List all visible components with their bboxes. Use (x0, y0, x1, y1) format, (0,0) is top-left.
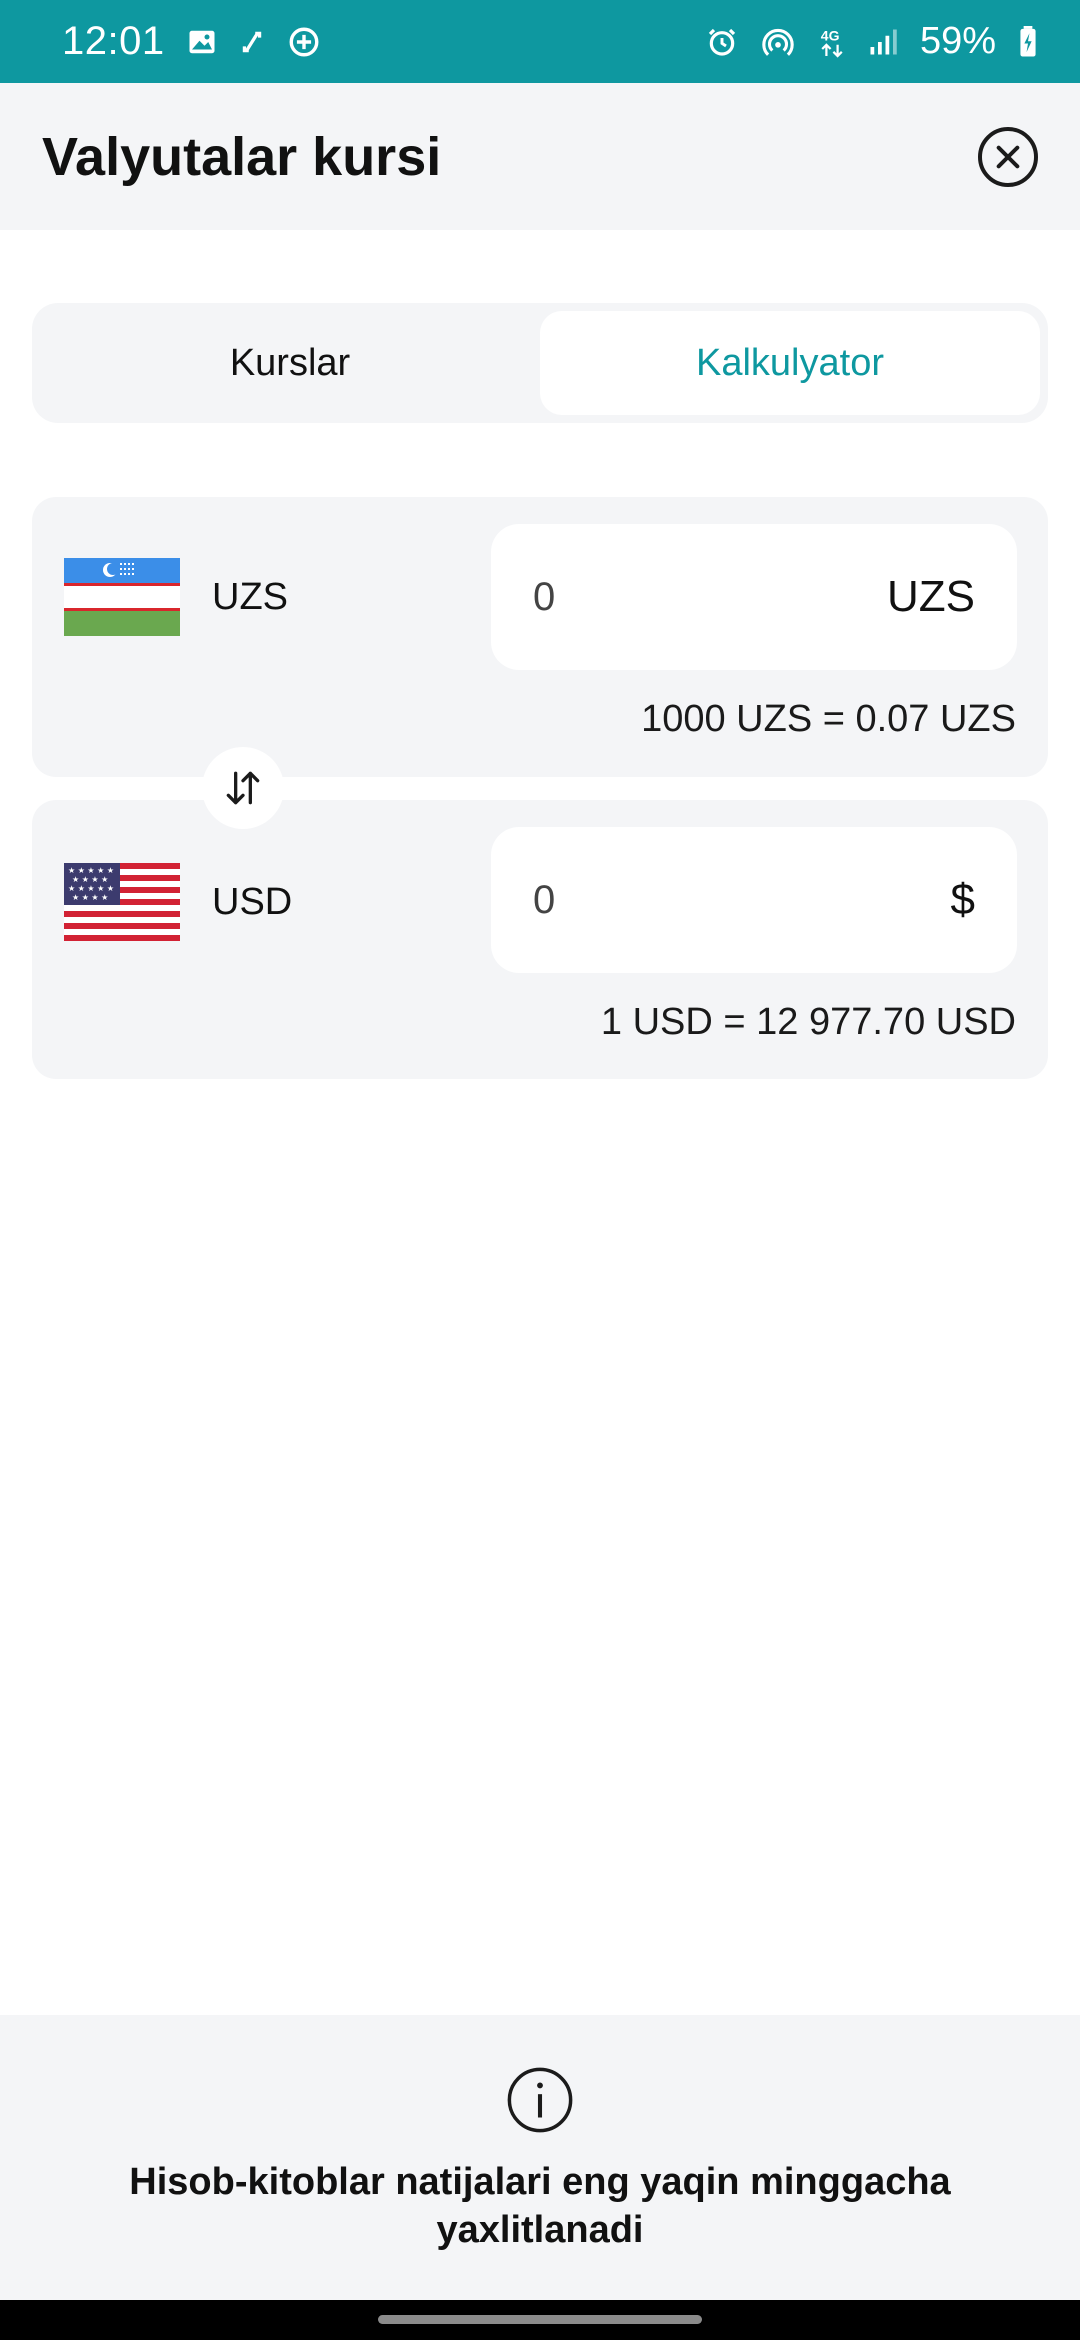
uzbekistan-flag-icon (64, 558, 180, 636)
battery-percent: 59% (919, 20, 996, 62)
close-circle-icon (996, 145, 1020, 168)
rounding-info-text: Hisob-kitoblar natijalari eng yaqin ming… (129, 2161, 951, 2251)
svg-text:★ ★ ★ ★ ★: ★ ★ ★ ★ ★ (68, 884, 114, 893)
currency-code-to: USD (212, 881, 293, 923)
alarm-icon (706, 26, 738, 58)
currency-code-from: UZS (212, 576, 288, 618)
battery-charging-icon (1018, 25, 1038, 58)
currency-card-from: UZS 0 UZS 1000 UZS = 0.07 UZS (32, 497, 1048, 777)
sync-icon (239, 27, 265, 57)
svg-text:★ ★ ★ ★: ★ ★ ★ ★ (72, 875, 108, 884)
page-title: Valyutalar kursi (42, 126, 442, 187)
amount-value-from: 0 (533, 574, 556, 619)
tab-kurslar[interactable]: Kurslar (40, 311, 540, 415)
tab-kalkulyator[interactable]: Kalkulyator (540, 311, 1040, 415)
close-button[interactable] (978, 126, 1038, 187)
app-header: Valyutalar kursi (0, 83, 1080, 230)
amount-value-to: 0 (533, 877, 556, 922)
status-time: 12:01 (62, 19, 165, 63)
info-footer: Hisob-kitoblar natijalari eng yaqin ming… (0, 2015, 1080, 2300)
messenger-icon (287, 25, 321, 59)
svg-text:4G: 4G (821, 27, 840, 43)
status-bar: 12:01 4G 59% (0, 0, 1080, 83)
currency-card-to: ★ ★ ★ ★ ★ ★ ★ ★ ★ ★ ★ ★ ★ ★ ★ ★ ★ ★ USD … (32, 800, 1048, 1079)
tab-switcher: Kurslar Kalkulyator (32, 303, 1048, 423)
gallery-icon (187, 27, 217, 57)
status-bar-left: 12:01 (62, 19, 321, 64)
svg-text:★ ★ ★ ★ ★: ★ ★ ★ ★ ★ (68, 866, 114, 875)
exchange-rate-from: 1000 UZS = 0.07 UZS (641, 698, 1016, 740)
exchange-rate-to: 1 USD = 12 977.70 USD (600, 1001, 1016, 1043)
status-bar-right: 4G 59% (706, 20, 1038, 63)
amount-unit-to: $ (950, 875, 975, 924)
info-icon (505, 2065, 575, 2140)
swap-vertical-icon (226, 771, 260, 805)
signal-icon (868, 26, 898, 58)
system-nav-bar (0, 2300, 1080, 2340)
amount-unit-from: UZS (887, 572, 975, 621)
swap-currencies-button[interactable] (202, 747, 284, 829)
amount-input-from[interactable]: 0 UZS (491, 524, 1017, 670)
amount-input-to[interactable]: 0 $ (491, 827, 1017, 973)
4g-icon: 4G (818, 25, 846, 59)
hotspot-icon (760, 25, 796, 59)
home-gesture-handle[interactable] (378, 2315, 702, 2324)
usa-flag-icon: ★ ★ ★ ★ ★ ★ ★ ★ ★ ★ ★ ★ ★ ★ ★ ★ ★ ★ (64, 863, 180, 941)
svg-text:★ ★ ★ ★: ★ ★ ★ ★ (72, 893, 108, 902)
